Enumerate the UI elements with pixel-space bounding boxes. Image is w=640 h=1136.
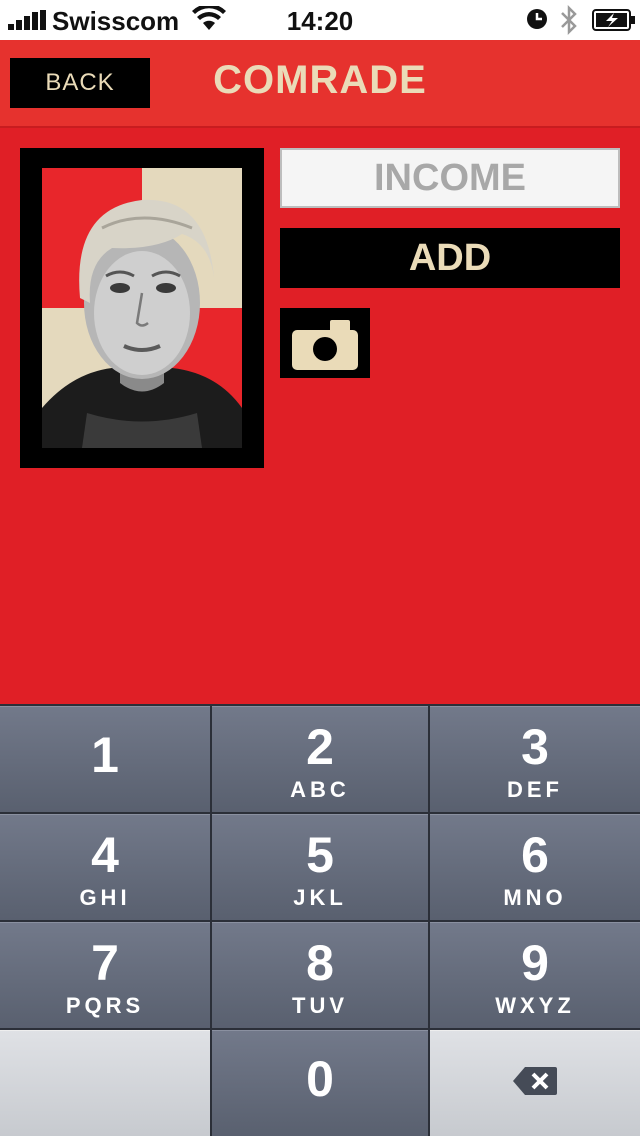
delete-key[interactable] — [430, 1030, 640, 1136]
key-9[interactable]: 9 WXYZ — [430, 922, 640, 1028]
key-0[interactable]: 0 — [212, 1030, 428, 1136]
key-1[interactable]: 1 — [0, 706, 210, 812]
key-5[interactable]: 5 JKL — [212, 814, 428, 920]
profile-photo — [42, 168, 242, 448]
page-title: COMRADE — [213, 58, 427, 102]
key-blank — [0, 1030, 210, 1136]
battery-charging-icon — [592, 9, 635, 31]
camera-icon — [292, 320, 358, 370]
status-bar: Swisscom 14:20 — [0, 0, 640, 40]
key-7[interactable]: 7 PQRS — [0, 922, 210, 1028]
backspace-icon — [513, 1067, 557, 1095]
add-button[interactable]: ADD — [280, 228, 620, 288]
key-3[interactable]: 3 DEF — [430, 706, 640, 812]
key-4[interactable]: 4 GHI — [0, 814, 210, 920]
key-6[interactable]: 6 MNO — [430, 814, 640, 920]
key-2[interactable]: 2 ABC — [212, 706, 428, 812]
profile-photo-frame — [20, 148, 264, 468]
alarm-icon — [527, 9, 547, 29]
navigation-bar: BACK COMRADE — [0, 40, 640, 128]
numeric-keypad: 1 2 ABC 3 DEF 4 GHI 5 JKL 6 MNO 7 PQRS 8… — [0, 704, 640, 1136]
camera-button[interactable] — [280, 308, 370, 378]
income-input[interactable] — [280, 148, 620, 208]
bluetooth-icon — [561, 4, 577, 36]
key-8[interactable]: 8 TUV — [212, 922, 428, 1028]
